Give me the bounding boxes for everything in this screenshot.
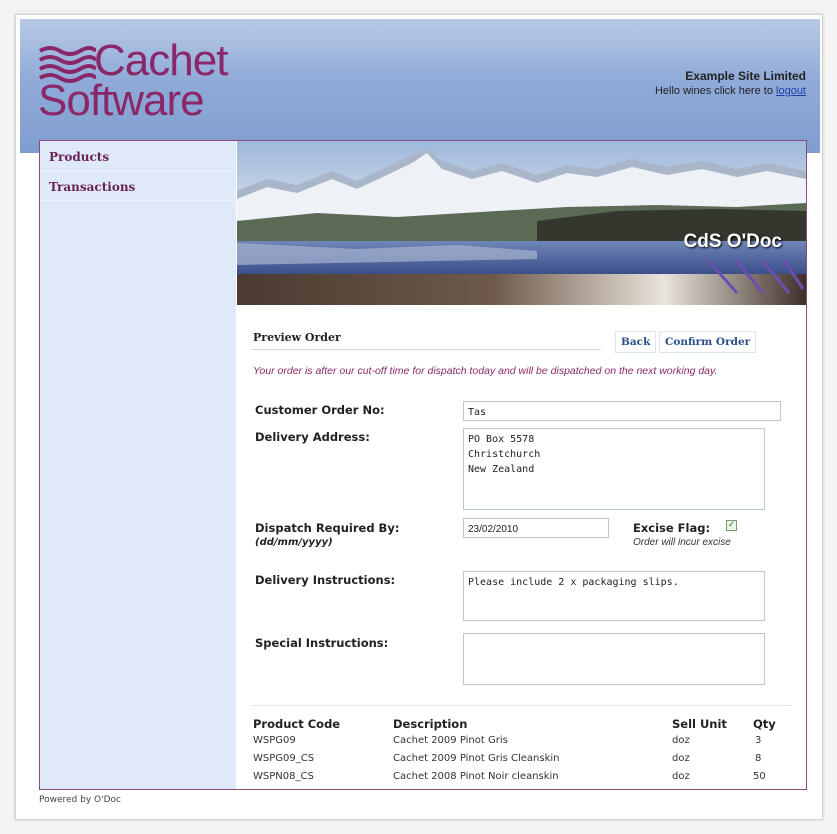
- title-divider: [251, 349, 601, 350]
- dispatch-required-label: Dispatch Required By:: [255, 521, 400, 535]
- cell-description: Cachet 2008 Pinot Noir cleanskin: [393, 771, 559, 782]
- customer-order-field[interactable]: Tas: [463, 401, 781, 421]
- col-header-description: Description: [393, 717, 468, 731]
- cell-description: Cachet 2009 Pinot Gris Cleanskin: [393, 753, 560, 764]
- sidebar-item-products[interactable]: Products: [40, 143, 236, 171]
- sidebar: Products Transactions: [40, 141, 236, 789]
- page-title: Preview Order: [253, 331, 341, 344]
- cell-product-code: WSPG09: [253, 735, 296, 746]
- greeting-text: Hello wines click here to: [654, 85, 773, 97]
- confirm-order-button[interactable]: Confirm Order: [659, 331, 757, 353]
- sidebar-item-transactions[interactable]: Transactions: [40, 173, 236, 201]
- cutoff-notice: Your order is after our cut-off time for…: [253, 365, 718, 377]
- greeting: Hello wines click here to logout: [655, 85, 806, 97]
- excise-flag-checkbox[interactable]: ✓: [726, 520, 737, 531]
- logout-link[interactable]: logout: [776, 85, 806, 97]
- cell-sell-unit: doz: [672, 735, 690, 746]
- cell-description: Cachet 2009 Pinot Gris: [393, 735, 508, 746]
- delivery-address-label: Delivery Address:: [255, 430, 370, 444]
- col-header-qty: Qty: [753, 717, 776, 731]
- special-instructions-field[interactable]: [463, 633, 765, 685]
- dispatch-date-format-hint: (dd/mm/yyyy): [255, 537, 333, 548]
- cell-product-code: WSPG09_CS: [253, 753, 315, 764]
- delivery-address-field[interactable]: PO Box 5578 Christchurch New Zealand: [463, 428, 765, 510]
- col-header-product-code: Product Code: [253, 717, 341, 731]
- footer-powered-by: Powered by O'Doc: [39, 795, 121, 805]
- logo-text-software: Software: [38, 76, 205, 125]
- dispatch-date-field[interactable]: 23/02/2010: [463, 518, 609, 538]
- cell-sell-unit: doz: [672, 771, 690, 782]
- banner-title: CdS O'Doc: [683, 231, 782, 252]
- site-name: Example Site Limited: [685, 69, 806, 83]
- excise-hint: Order will incur excise: [633, 537, 731, 548]
- site-header: Cachet Software Example Site Limited Hel…: [20, 19, 820, 153]
- col-header-sell-unit: Sell Unit: [672, 717, 727, 731]
- cell-qty: 8: [755, 753, 762, 764]
- delivery-instructions-label: Delivery Instructions:: [255, 573, 396, 587]
- cell-qty: 3: [755, 735, 762, 746]
- cell-qty: 50: [753, 771, 766, 782]
- table-divider: [251, 705, 791, 706]
- back-button[interactable]: Back: [615, 331, 657, 353]
- cachet-software-logo: Cachet Software: [38, 37, 228, 125]
- mountain-lake-image: [237, 141, 806, 305]
- cell-product-code: WSPN08_CS: [253, 771, 314, 782]
- excise-flag-label: Excise Flag:: [633, 521, 711, 535]
- page-frame: Cachet Software Example Site Limited Hel…: [15, 14, 823, 820]
- content-panel: Products Transactions CdS O'Doc Preview …: [39, 140, 807, 790]
- cell-sell-unit: doz: [672, 753, 690, 764]
- special-instructions-label: Special Instructions:: [255, 636, 389, 650]
- preview-order-panel: Preview Order Back Confirm Order Your or…: [237, 305, 806, 789]
- banner-image: CdS O'Doc: [237, 141, 806, 305]
- customer-order-label: Customer Order No:: [255, 403, 385, 417]
- delivery-instructions-field[interactable]: Please include 2 x packaging slips.: [463, 571, 765, 621]
